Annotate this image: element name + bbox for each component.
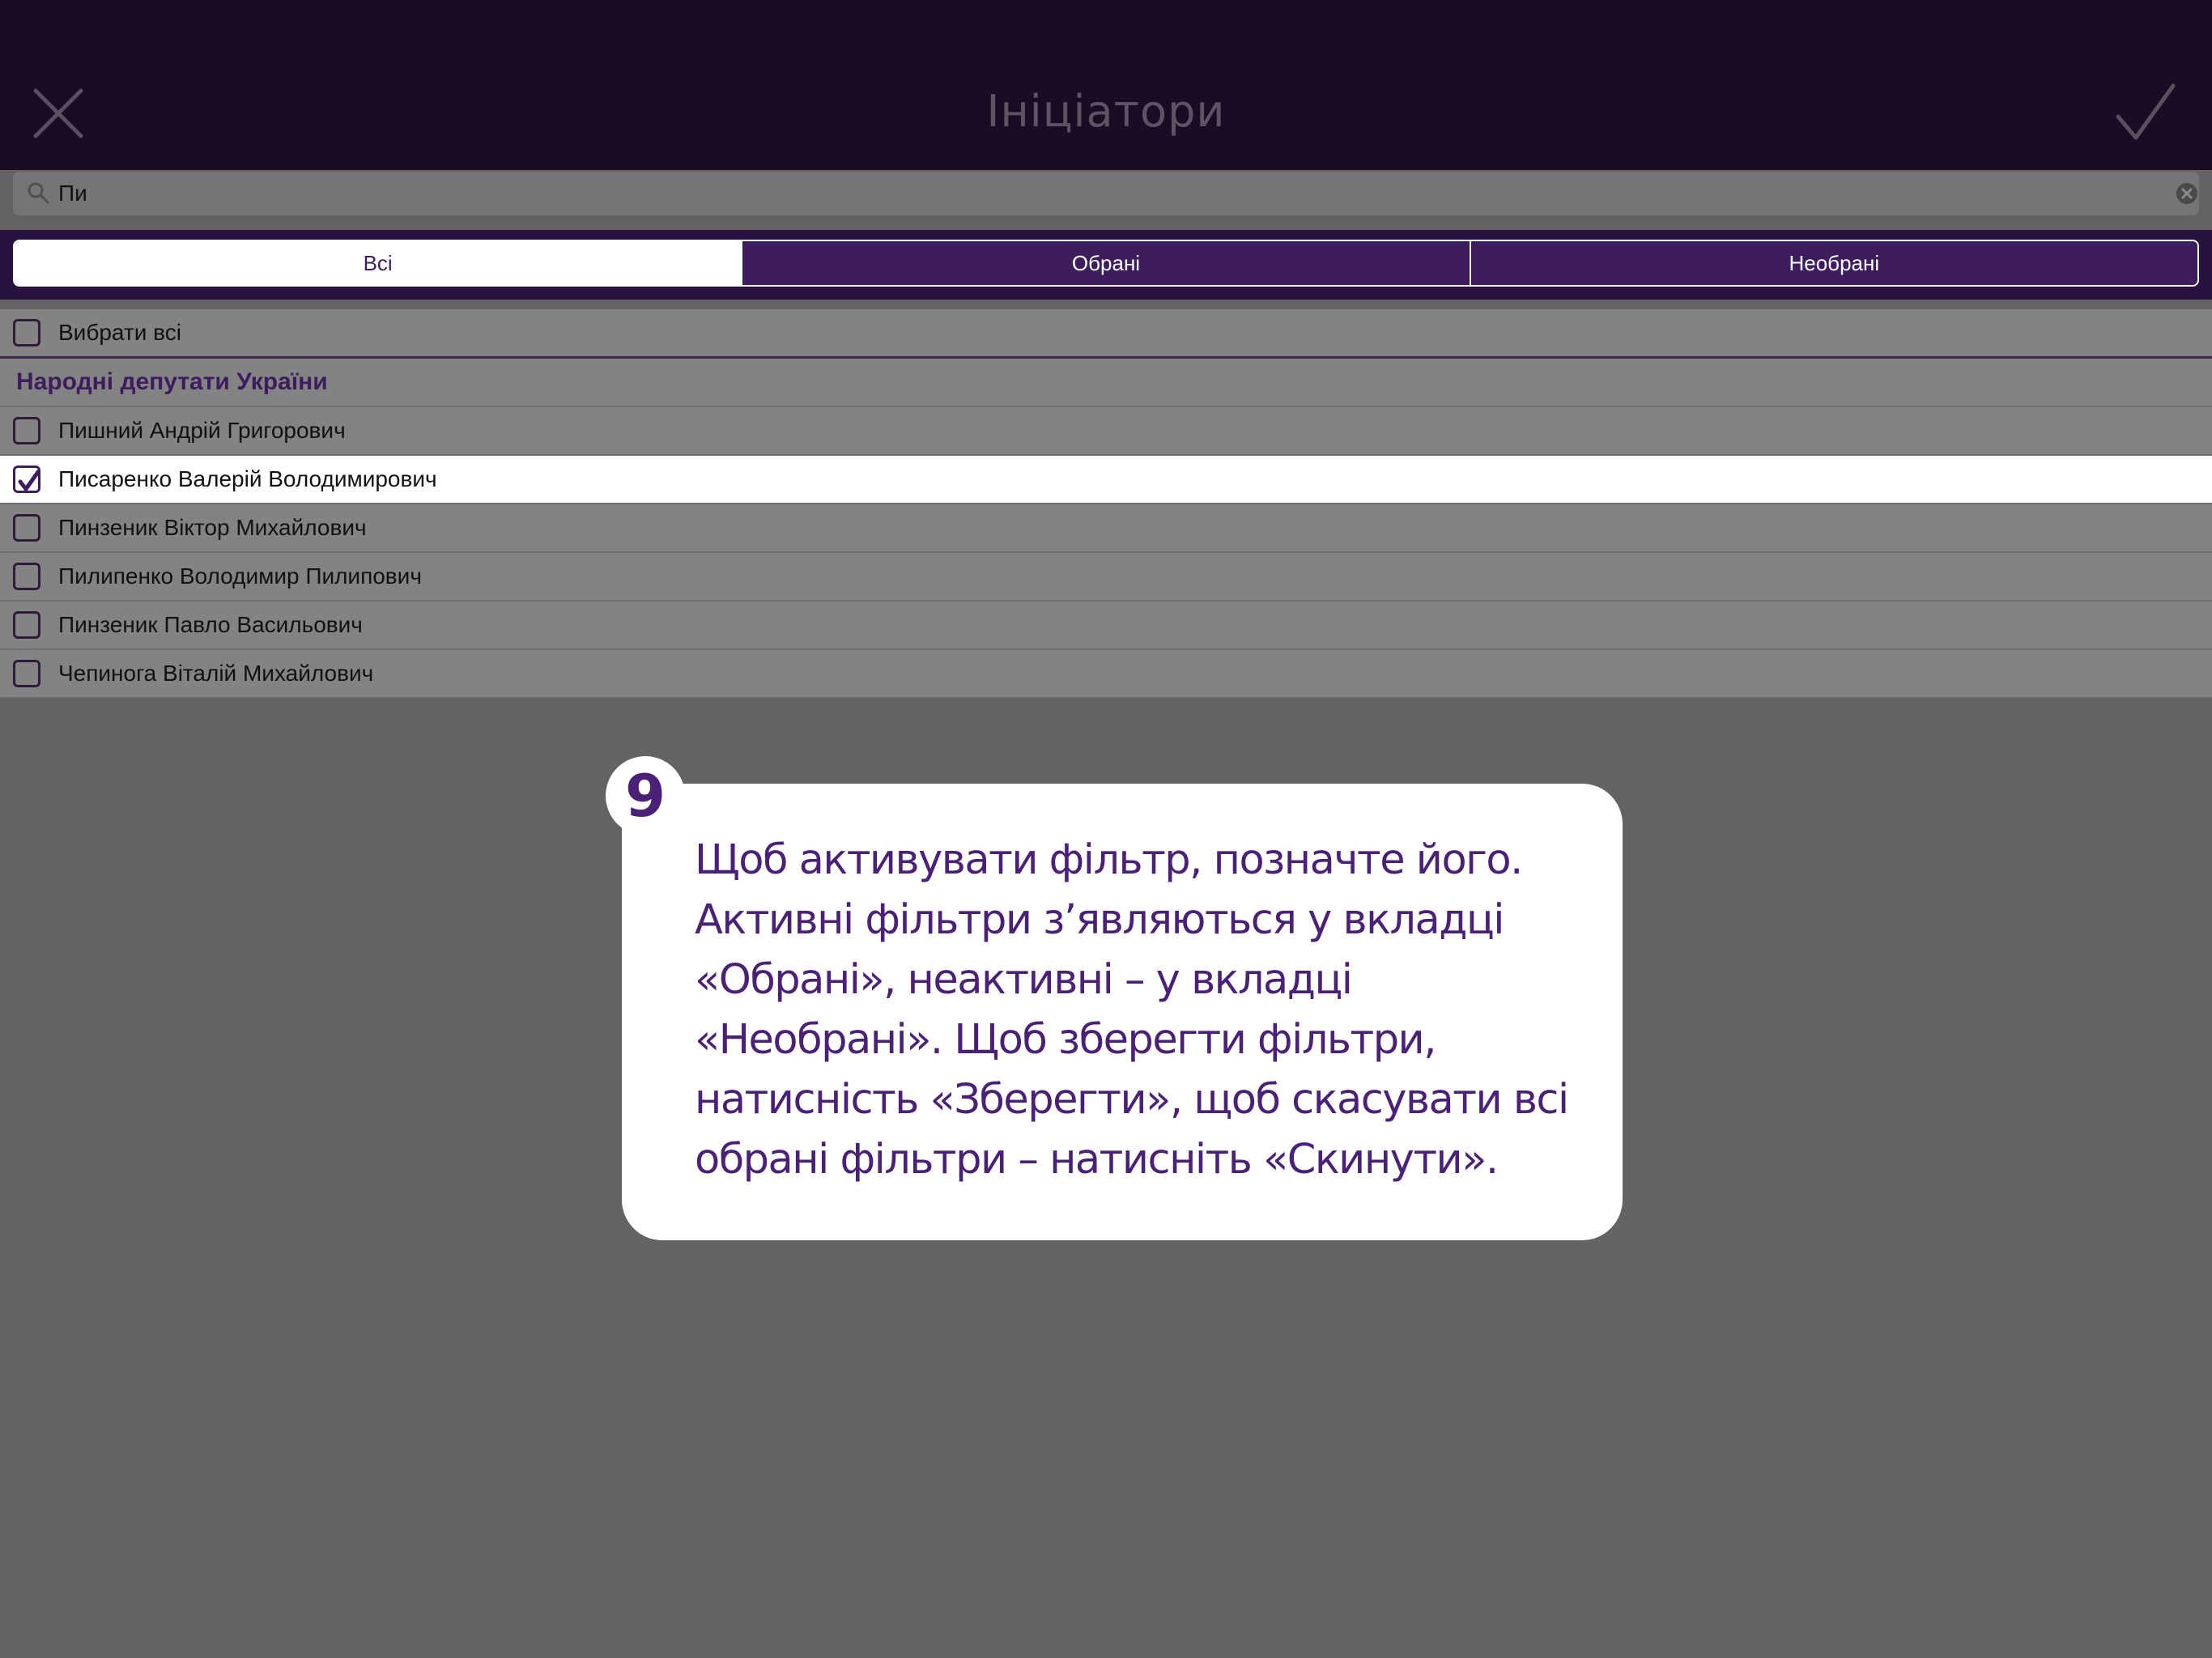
item-checkbox[interactable] (13, 563, 40, 590)
select-all-row[interactable]: Вибрати всі (0, 309, 2212, 359)
checkmark-icon (18, 470, 40, 491)
initiators-filter-screen: Ініціатори Всі Обрані Необрані Вибрати в… (0, 0, 2212, 1658)
page-title: Ініціатори (986, 86, 1226, 137)
select-all-label: Вибрати всі (58, 320, 181, 345)
list-item[interactable]: Пишний Андрій Григорович (0, 407, 2212, 456)
step-badge: 9 (606, 756, 685, 835)
checkmark-icon[interactable] (2115, 81, 2176, 142)
tab-unselected[interactable]: Необрані (1469, 241, 2197, 285)
search-input[interactable] (58, 172, 2131, 215)
tutorial-callout: Щоб активувати фільтр, позначте його. Ак… (622, 784, 1623, 1240)
list-item[interactable]: Писаренко Валерій Володимирович (0, 456, 2212, 504)
item-label: Пинзеник Віктор Михайлович (58, 515, 367, 540)
item-label: Писаренко Валерій Володимирович (58, 466, 437, 491)
tab-selected[interactable]: Обрані (741, 241, 1470, 285)
list-item[interactable]: Пинзеник Павло Васильович (0, 602, 2212, 650)
item-label: Пинзеник Павло Васильович (58, 612, 363, 637)
list-item[interactable]: Пинзеник Віктор Михайлович (0, 504, 2212, 553)
item-checkbox[interactable] (13, 514, 40, 542)
callout-text: Щоб активувати фільтр, позначте його. Ак… (695, 836, 1569, 1184)
select-all-checkbox[interactable] (13, 319, 40, 346)
search-icon (28, 182, 49, 204)
section-header: Народні депутати України (0, 359, 2212, 407)
initiators-list: Вибрати всі Народні депутати України Пиш… (0, 309, 2212, 699)
tab-all[interactable]: Всі (15, 241, 742, 285)
item-label: Пилипенко Володимир Пилипович (58, 563, 422, 589)
item-label: Чепинога Віталій Михайлович (58, 661, 374, 686)
search-bar (13, 172, 2199, 215)
section-title: Народні депутати України (16, 368, 328, 395)
segmented-control: Всі Обрані Необрані (13, 240, 2199, 287)
item-checkbox[interactable] (13, 611, 40, 639)
header-bar: Ініціатори (0, 0, 2212, 170)
item-checkbox[interactable] (13, 466, 40, 493)
list-item[interactable]: Пилипенко Володимир Пилипович (0, 553, 2212, 602)
item-checkbox[interactable] (13, 417, 40, 444)
list-item[interactable]: Чепинога Віталій Михайлович (0, 650, 2212, 699)
item-label: Пишний Андрій Григорович (58, 418, 346, 443)
item-checkbox[interactable] (13, 660, 40, 687)
clear-icon[interactable] (2175, 181, 2199, 206)
